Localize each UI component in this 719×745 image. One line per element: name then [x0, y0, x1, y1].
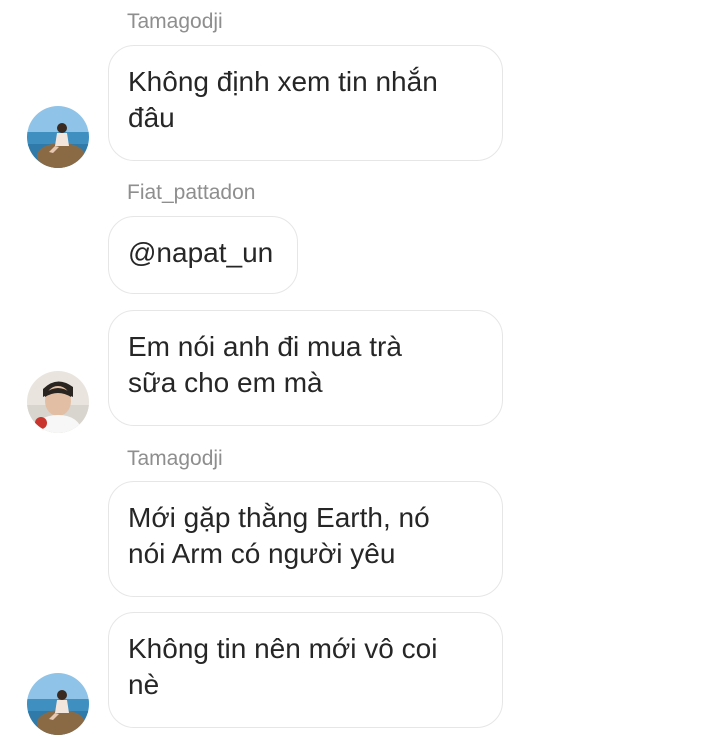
message-text-line: @napat_un — [128, 237, 274, 268]
message-text-line: Không tin nên mới vô coi — [128, 633, 438, 664]
message-text-line: nói Arm có người yêu — [128, 538, 396, 569]
message-text-line: Mới gặp thằng Earth, nó — [128, 502, 430, 533]
beach-avatar-icon[interactable] — [27, 106, 89, 168]
message-text-line: Không định xem tin nhắn — [128, 66, 438, 97]
message-text-line: đâu — [128, 102, 175, 133]
message-bubble[interactable]: Không tin nên mới vô coi nè — [108, 612, 503, 728]
portrait-avatar-icon[interactable] — [27, 371, 89, 433]
message-text-line: nè — [128, 669, 160, 700]
message-bubble[interactable]: Mới gặp thằng Earth, nó nói Arm có người… — [108, 481, 503, 597]
sender-name[interactable]: Tamagodji — [127, 10, 223, 34]
message-bubble[interactable]: Không định xem tin nhắn đâu — [108, 45, 503, 161]
message-bubble[interactable]: Em nói anh đi mua trà sữa cho em mà — [108, 310, 503, 426]
sender-name[interactable]: Fiat_pattadon — [127, 181, 255, 205]
beach-avatar-icon[interactable] — [27, 673, 89, 735]
sender-name[interactable]: Tamagodji — [127, 447, 223, 471]
message-text-line: Em nói anh đi mua trà — [128, 331, 402, 362]
message-text-line: sữa cho em mà — [128, 367, 323, 398]
message-bubble[interactable]: @napat_un — [108, 216, 298, 294]
